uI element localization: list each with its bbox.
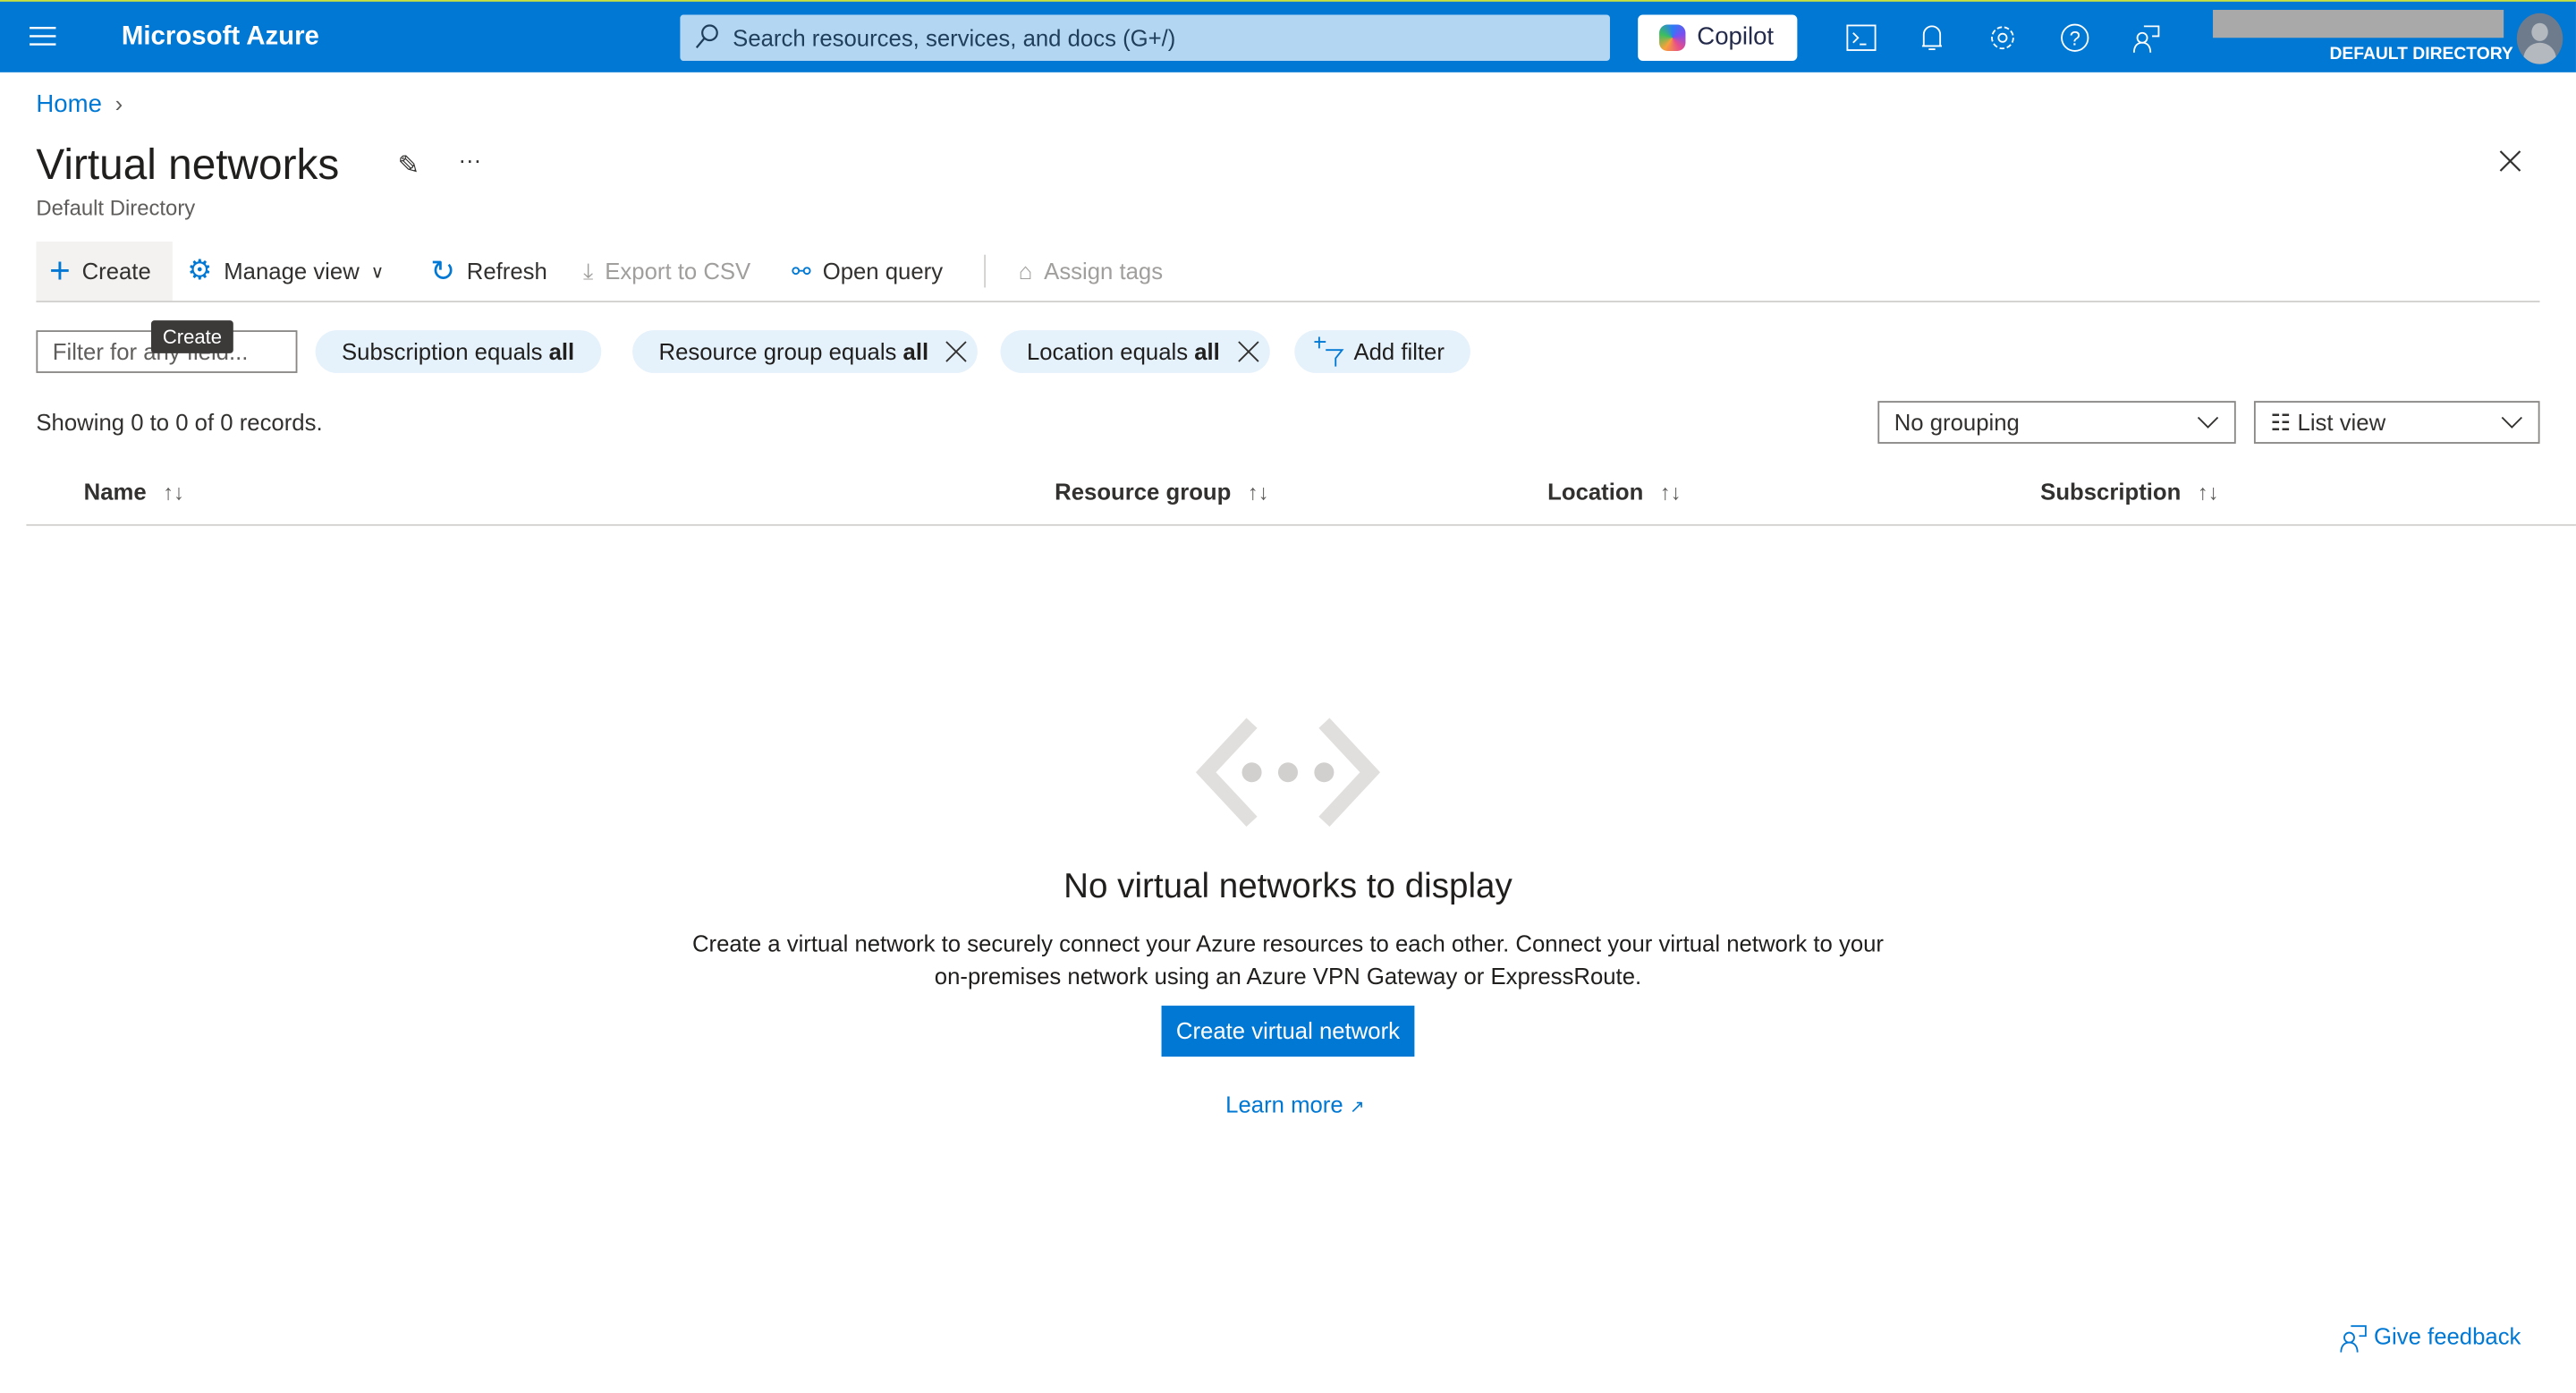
directory-label[interactable]: DEFAULT DIRECTORY <box>2329 45 2512 64</box>
notifications-bell-icon[interactable] <box>1916 21 1949 55</box>
create-virtual-network-button[interactable]: Create virtual network <box>1162 1006 1415 1057</box>
close-icon[interactable] <box>2497 148 2523 179</box>
column-label: Subscription <box>2040 478 2181 504</box>
resource-group-filter-pill[interactable]: Resource group equals all <box>632 330 978 373</box>
toolbar-divider <box>984 255 986 288</box>
create-tooltip: Create <box>151 320 233 353</box>
svg-text:?: ? <box>2070 28 2080 50</box>
column-header-location[interactable]: Location ↑↓ <box>1547 478 1681 504</box>
breadcrumb-chevron-icon: › <box>115 90 123 116</box>
records-count: Showing 0 to 0 of 0 records. <box>36 409 322 435</box>
settings-gear-icon[interactable] <box>1987 21 2020 55</box>
assign-tags-button[interactable]: ⌂ Assign tags <box>1019 242 1163 301</box>
toolbar-divider-line <box>36 301 2539 302</box>
account-name-redacted <box>2213 10 2504 38</box>
filter-value: all <box>903 338 929 364</box>
virtual-network-icon <box>1196 717 1380 833</box>
breadcrumb-home[interactable]: Home <box>36 90 101 118</box>
assign-tags-label: Assign tags <box>1044 258 1163 284</box>
hamburger-menu-icon[interactable] <box>28 23 61 56</box>
avatar[interactable] <box>2517 13 2563 64</box>
view-value: List view <box>2298 409 2386 435</box>
add-filter-label: Add filter <box>1353 338 1444 364</box>
remove-filter-icon[interactable] <box>1236 340 1259 363</box>
give-feedback-label: Give feedback <box>2374 1323 2521 1353</box>
sort-icon: ↑↓ <box>1248 479 1269 504</box>
query-icon: ⚯ <box>792 257 811 285</box>
refresh-label: Refresh <box>467 258 547 284</box>
sort-icon: ↑↓ <box>163 479 184 504</box>
copilot-logo-icon <box>1659 25 1685 51</box>
export-csv-button[interactable]: ⤓ Export to CSV <box>583 242 750 301</box>
sort-icon: ↑↓ <box>2198 479 2219 504</box>
give-feedback-link[interactable]: Give feedback <box>2338 1323 2521 1353</box>
empty-state-title: No virtual networks to display <box>0 868 2576 907</box>
location-filter-pill[interactable]: Location equals all <box>1001 330 1269 373</box>
filter-label: Subscription equals <box>342 338 549 364</box>
more-options-icon[interactable]: ··· <box>458 146 481 172</box>
column-header-resource-group[interactable]: Resource group ↑↓ <box>1055 478 1268 504</box>
page-title: Virtual networks <box>36 140 339 191</box>
add-filter-button[interactable]: Add filter <box>1294 330 1470 373</box>
top-bar: Microsoft Azure Search resources, servic… <box>0 0 2576 72</box>
refresh-icon: ↻ <box>430 254 455 289</box>
page-subtitle: Default Directory <box>36 196 195 221</box>
search-input[interactable]: Search resources, services, and docs (G+… <box>680 15 1610 61</box>
create-label: Create <box>82 258 151 284</box>
grouping-value: No grouping <box>1894 409 2020 435</box>
plus-icon: + <box>49 250 71 293</box>
sort-icon: ↑↓ <box>1660 479 1682 504</box>
pin-icon[interactable]: ✎ <box>397 149 419 183</box>
list-view-icon: ☷ <box>2270 409 2297 435</box>
gear-icon: ⚙ <box>187 255 212 288</box>
column-header-name[interactable]: Name ↑↓ <box>84 478 184 504</box>
column-label: Location <box>1547 478 1643 504</box>
filter-value: all <box>1194 338 1220 364</box>
filter-label: Location equals <box>1027 338 1194 364</box>
column-label: Name <box>84 478 147 504</box>
manage-view-label: Manage view <box>224 258 360 284</box>
chevron-down-icon <box>2197 416 2220 429</box>
remove-filter-icon[interactable] <box>945 340 969 363</box>
table-header-divider <box>26 524 2576 526</box>
feedback-icon[interactable] <box>2129 21 2162 55</box>
search-icon <box>693 23 719 58</box>
grouping-dropdown[interactable]: No grouping <box>1877 401 2235 444</box>
cloud-shell-icon[interactable] <box>1845 21 1878 55</box>
create-button[interactable]: + Create <box>36 242 172 301</box>
learn-more-label: Learn more <box>1225 1091 1343 1117</box>
tag-icon: ⌂ <box>1019 258 1033 284</box>
feedback-icon <box>2338 1323 2368 1353</box>
export-csv-label: Export to CSV <box>605 258 750 284</box>
copilot-label: Copilot <box>1697 23 1774 51</box>
chevron-down-icon: ∨ <box>371 260 385 282</box>
column-header-subscription[interactable]: Subscription ↑↓ <box>2040 478 2218 504</box>
brand-link[interactable]: Microsoft Azure <box>122 23 319 53</box>
chevron-down-icon <box>2500 416 2523 429</box>
empty-state-description-2: on-premises network using an Azure VPN G… <box>0 963 2576 989</box>
manage-view-button[interactable]: ⚙ Manage view ∨ <box>187 242 384 301</box>
add-filter-icon <box>1314 336 1347 369</box>
subscription-filter-pill[interactable]: Subscription equals all <box>316 330 601 373</box>
view-dropdown[interactable]: ☷ List view <box>2254 401 2540 444</box>
column-label: Resource group <box>1055 478 1231 504</box>
refresh-button[interactable]: ↻ Refresh <box>430 242 547 301</box>
open-query-label: Open query <box>823 258 943 284</box>
learn-more-link[interactable]: Learn more ↗ <box>1225 1091 1365 1117</box>
help-icon[interactable]: ? <box>2058 21 2091 55</box>
filter-value: all <box>549 338 575 364</box>
external-link-icon: ↗ <box>1350 1098 1365 1117</box>
download-icon: ⤓ <box>583 257 593 285</box>
empty-state-description-1: Create a virtual network to securely con… <box>0 930 2576 956</box>
filter-label: Resource group equals <box>659 338 903 364</box>
open-query-button[interactable]: ⚯ Open query <box>792 242 943 301</box>
